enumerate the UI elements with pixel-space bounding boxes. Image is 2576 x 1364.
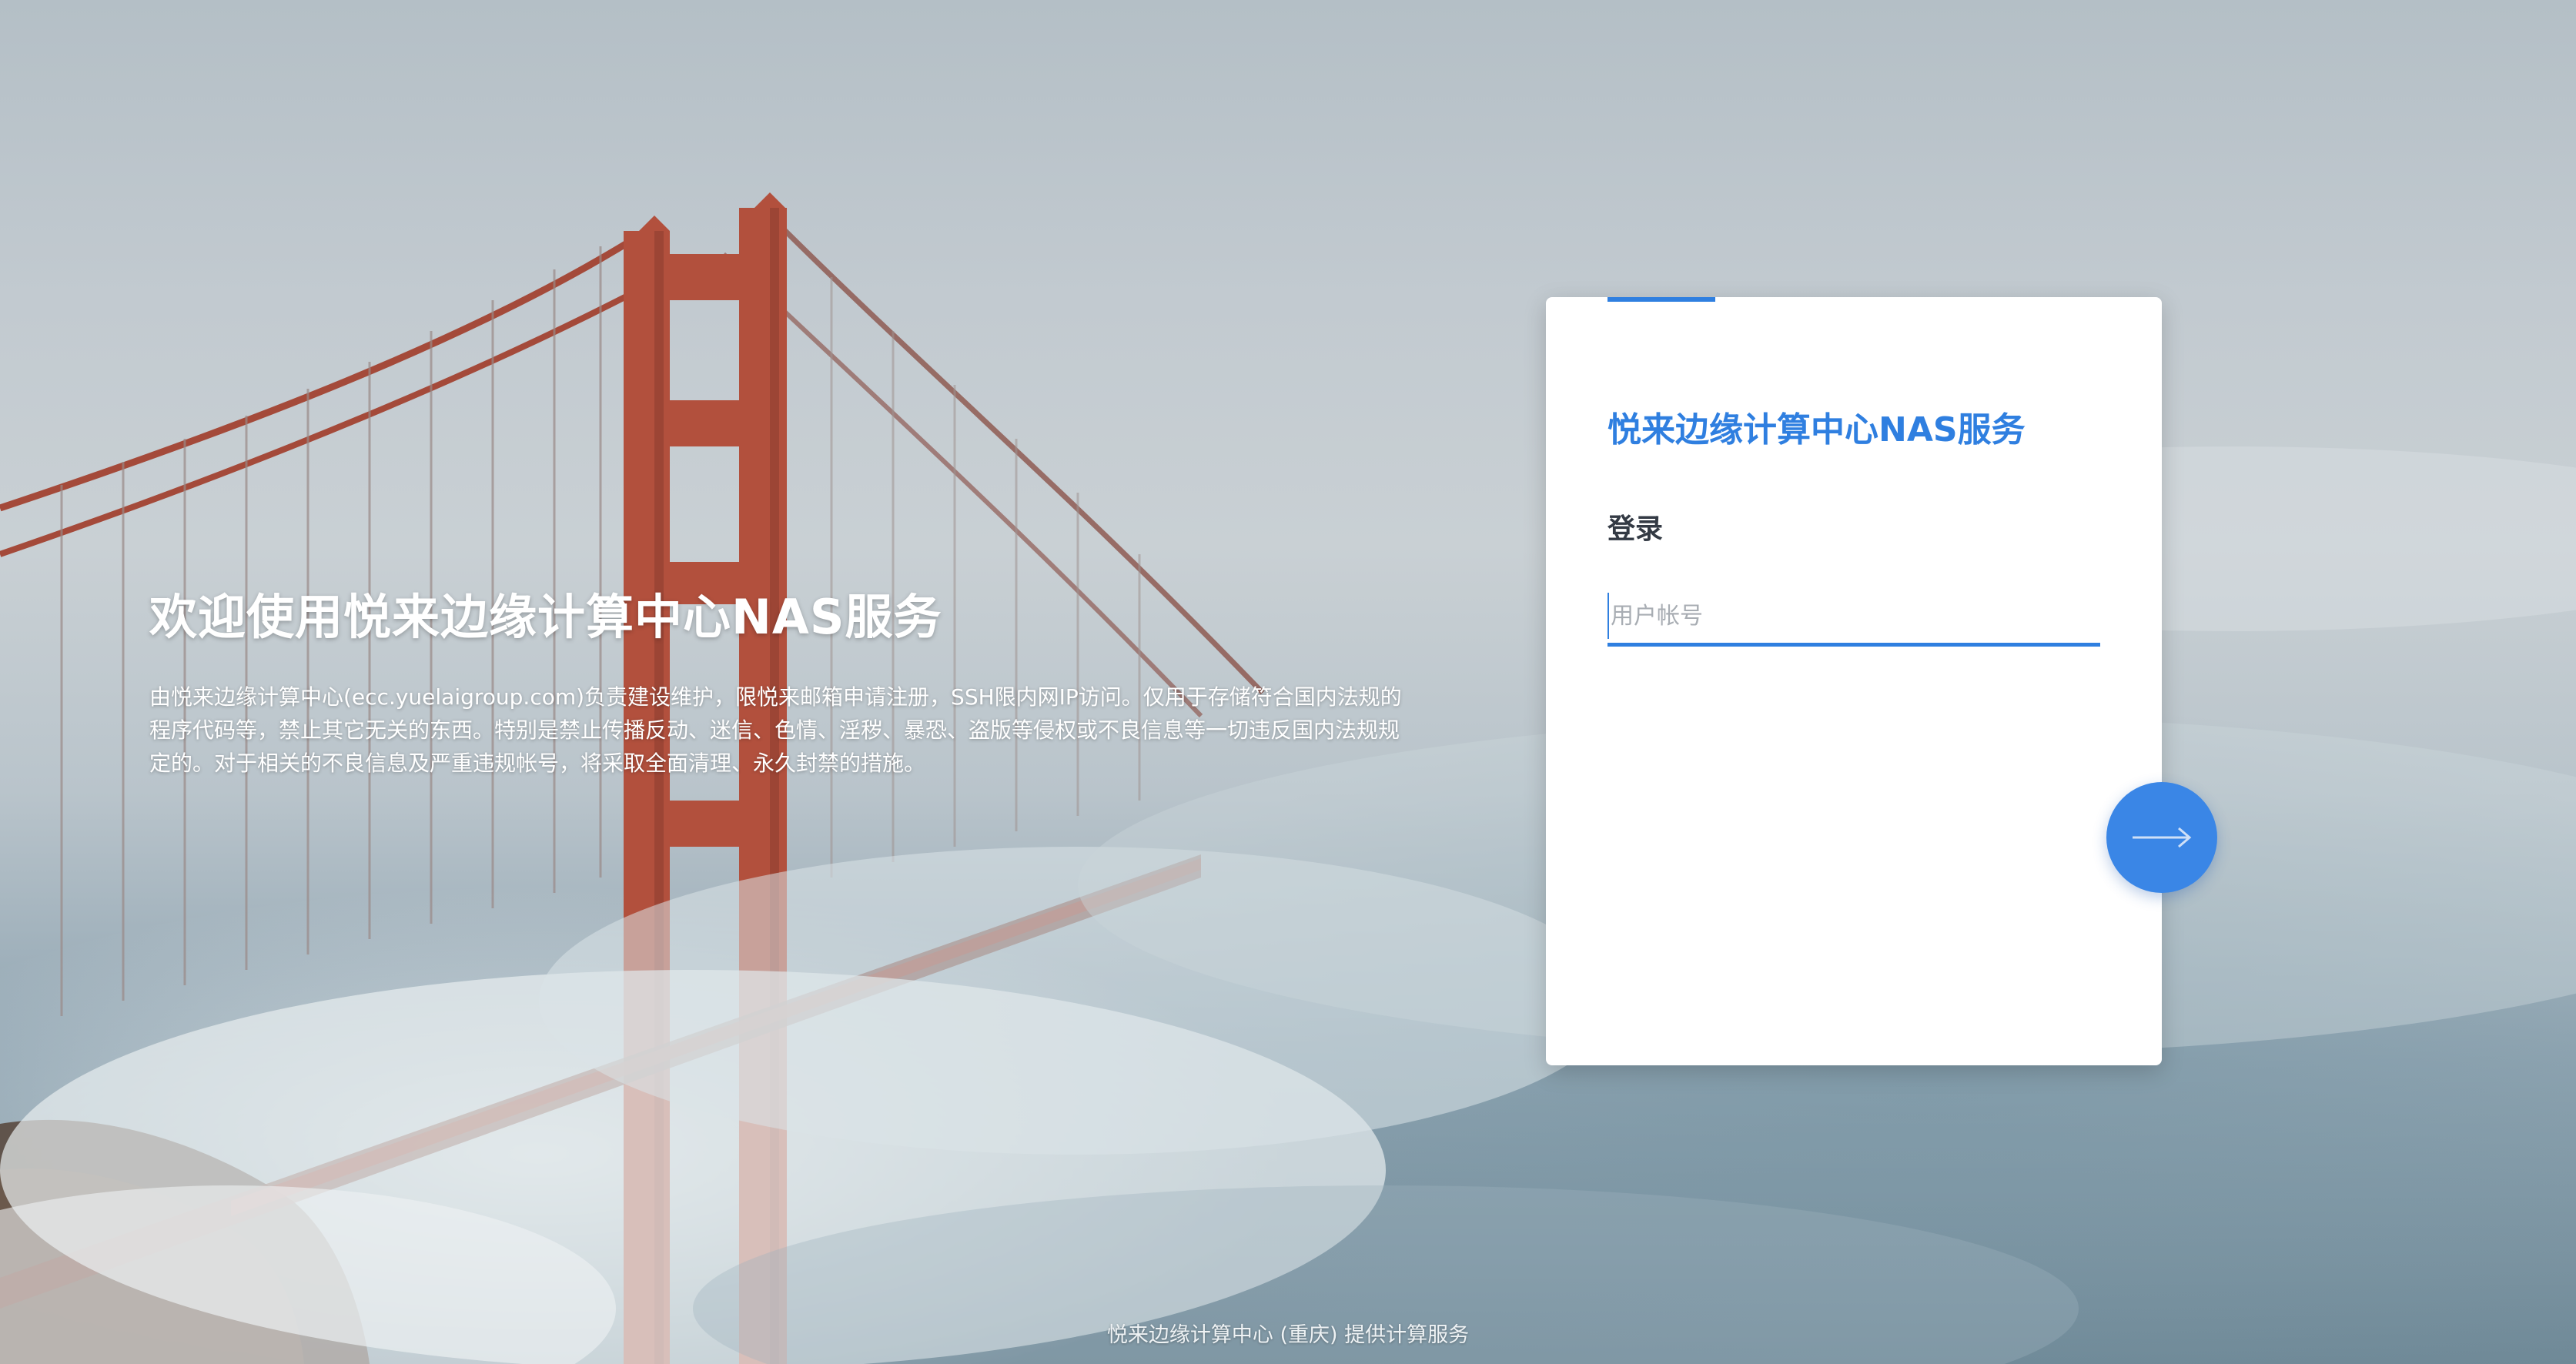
username-input[interactable] — [1607, 593, 2100, 639]
footer-text: 悦来边缘计算中心 (重庆) 提供计算服务 — [1106, 1323, 1470, 1347]
welcome-section: 欢迎使用悦来边缘计算中心NAS服务 由悦来边缘计算中心(ecc.yuelaigr… — [149, 585, 1412, 780]
login-heading: 登录 — [1607, 513, 1664, 545]
brand-title: 悦来边缘计算中心NAS服务 — [1607, 410, 2026, 450]
card-accent-line — [1607, 297, 1715, 302]
login-card: 悦来边缘计算中心NAS服务 登录 — [1546, 297, 2162, 1065]
welcome-description: 由悦来边缘计算中心(ecc.yuelaigroup.com)负责建设维护，限悦来… — [149, 684, 1402, 776]
username-field — [1607, 593, 2100, 647]
welcome-title: 欢迎使用悦来边缘计算中心NAS服务 — [149, 589, 942, 645]
arrow-right-icon — [2133, 827, 2192, 848]
login-submit-button[interactable] — [2106, 782, 2217, 893]
